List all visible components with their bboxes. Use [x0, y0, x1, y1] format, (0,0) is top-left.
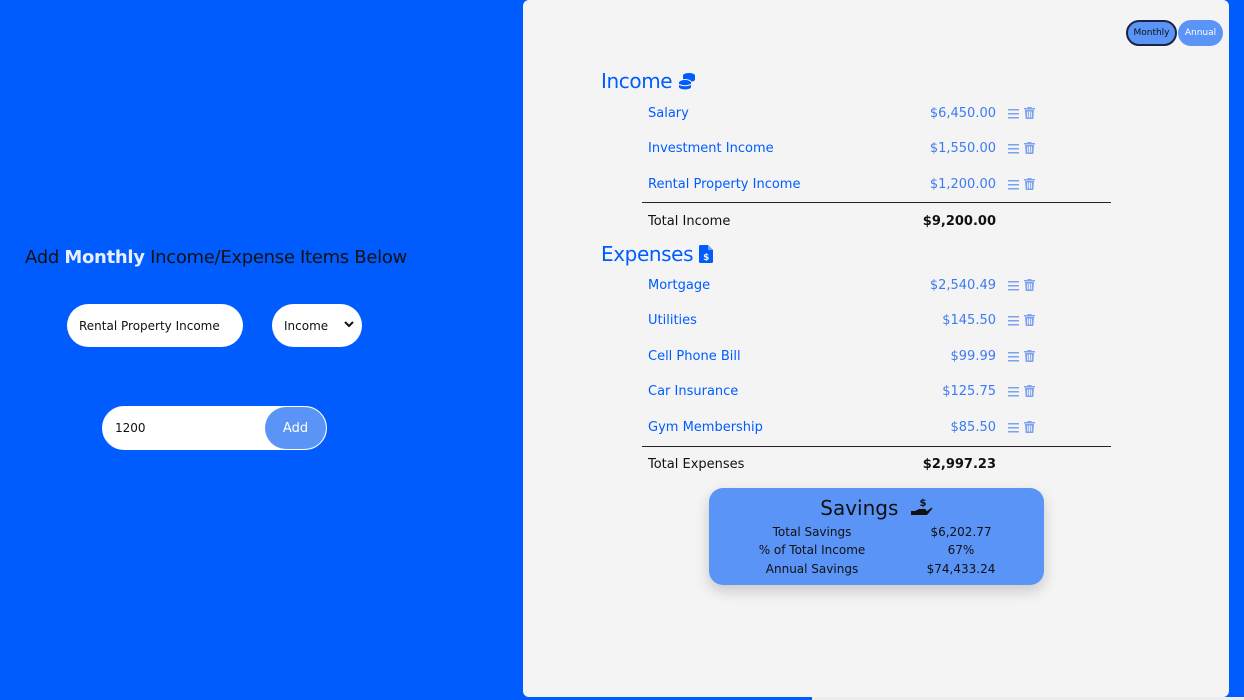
add-button[interactable]: Add — [265, 407, 326, 449]
svg-text:$: $ — [703, 253, 709, 263]
expenses-total-label: Total Expenses — [648, 457, 745, 472]
invoice-dollar-icon: $ — [699, 245, 714, 263]
income-item-amount: $1,550.00 — [929, 141, 996, 156]
savings-title: Savings $ — [709, 496, 1044, 522]
income-item-name[interactable]: Rental Property Income — [648, 177, 800, 192]
expense-item-amount: $85.50 — [950, 420, 997, 435]
income-item-amount: $6,450.00 — [929, 106, 996, 121]
savings-annual-value: $74,433.24 — [926, 562, 996, 576]
heading-suffix: Income/Expense Items Below — [150, 247, 407, 268]
savings-title-text: Savings — [820, 496, 899, 520]
drag-handle-icon[interactable] — [1008, 422, 1019, 437]
income-divider — [642, 202, 1111, 203]
savings-total-label: Total Savings — [772, 525, 852, 539]
expenses-title: Expenses $ — [601, 242, 714, 266]
chevron-down-icon — [344, 320, 354, 331]
expense-item-name[interactable]: Cell Phone Bill — [648, 349, 741, 364]
income-item-amount: $1,200.00 — [929, 177, 996, 192]
expense-item-amount: $99.99 — [950, 349, 997, 364]
drag-handle-icon[interactable] — [1008, 315, 1019, 330]
drag-handle-icon[interactable] — [1008, 280, 1019, 295]
expenses-divider — [642, 446, 1111, 447]
heading-period: Monthly — [64, 247, 145, 268]
expense-row: Cell Phone Bill $99.99 — [648, 349, 1071, 369]
expense-item-name[interactable]: Utilities — [648, 313, 697, 328]
expense-item-name[interactable]: Gym Membership — [648, 420, 763, 435]
savings-annual-label: Annual Savings — [765, 562, 859, 576]
expense-item-name[interactable]: Car Insurance — [648, 384, 738, 399]
expense-row: Utilities $145.50 — [648, 313, 1071, 333]
svg-text:$: $ — [919, 498, 926, 509]
expense-item-name[interactable]: Mortgage — [648, 278, 710, 293]
income-row: Investment Income $1,550.00 — [648, 141, 1071, 161]
drag-handle-icon[interactable] — [1008, 143, 1019, 158]
trash-icon[interactable] — [1024, 107, 1035, 123]
expenses-total-row: Total Expenses $2,997.23 — [648, 457, 1071, 477]
expense-row: Mortgage $2,540.49 — [648, 278, 1071, 298]
income-item-name[interactable]: Investment Income — [648, 141, 774, 156]
item-name-input[interactable] — [67, 304, 243, 347]
hand-dollar-icon: $ — [910, 497, 933, 522]
expense-row: Gym Membership $85.50 — [648, 420, 1071, 440]
trash-icon[interactable] — [1024, 178, 1035, 194]
drag-handle-icon[interactable] — [1008, 351, 1019, 366]
income-title: Income — [601, 69, 696, 93]
period-toggle: Monthly Annual — [1126, 20, 1223, 46]
amount-input[interactable] — [103, 407, 268, 449]
item-type-select[interactable]: Income — [272, 304, 362, 347]
savings-pct-value: 67% — [947, 543, 975, 557]
trash-icon[interactable] — [1024, 421, 1035, 437]
expense-item-amount: $2,540.49 — [929, 278, 996, 293]
heading-prefix: Add — [25, 247, 59, 268]
income-item-name[interactable]: Salary — [648, 106, 689, 121]
expense-item-amount: $145.50 — [942, 313, 996, 328]
entry-form: Add Monthly Income/Expense Items Below I… — [0, 0, 523, 700]
budget-panel: Monthly Annual Income Salary $6,450.00 I… — [523, 0, 1229, 697]
trash-icon[interactable] — [1024, 314, 1035, 330]
trash-icon[interactable] — [1024, 385, 1035, 401]
amount-group: Add — [102, 406, 327, 450]
drag-handle-icon[interactable] — [1008, 386, 1019, 401]
savings-card: Savings $ Total Savings $6,202.77 % of T… — [709, 488, 1044, 585]
income-total-label: Total Income — [648, 214, 731, 229]
income-total-value: $9,200.00 — [922, 214, 996, 229]
expenses-total-value: $2,997.23 — [922, 457, 996, 472]
monthly-toggle-button[interactable]: Monthly — [1126, 20, 1177, 46]
income-row: Salary $6,450.00 — [648, 106, 1071, 126]
savings-pct-label: % of Total Income — [758, 543, 866, 557]
income-total-row: Total Income $9,200.00 — [648, 214, 1071, 234]
expense-row: Car Insurance $125.75 — [648, 384, 1071, 404]
form-heading: Add Monthly Income/Expense Items Below — [25, 247, 407, 268]
drag-handle-icon[interactable] — [1008, 108, 1019, 123]
savings-total-value: $6,202.77 — [930, 525, 992, 539]
income-title-text: Income — [601, 69, 673, 93]
expenses-title-text: Expenses — [601, 242, 694, 266]
item-type-value: Income — [284, 318, 329, 333]
income-row: Rental Property Income $1,200.00 — [648, 177, 1071, 197]
annual-toggle-button[interactable]: Annual — [1178, 20, 1223, 46]
drag-handle-icon[interactable] — [1008, 179, 1019, 194]
trash-icon[interactable] — [1024, 350, 1035, 366]
expense-item-amount: $125.75 — [942, 384, 996, 399]
coins-icon — [678, 72, 696, 90]
trash-icon[interactable] — [1024, 279, 1035, 295]
trash-icon[interactable] — [1024, 142, 1035, 158]
